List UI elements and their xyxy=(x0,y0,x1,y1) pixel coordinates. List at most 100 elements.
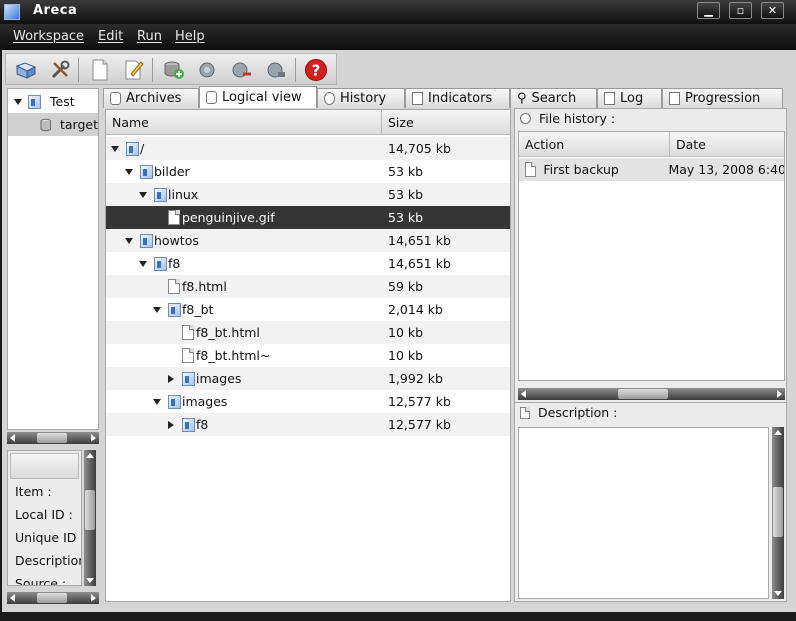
folder-icon xyxy=(154,187,167,202)
description-text-area[interactable] xyxy=(518,427,769,599)
info-header xyxy=(10,453,79,479)
tab-progression[interactable]: Progression xyxy=(662,88,783,108)
item-name: howtos xyxy=(154,233,199,248)
tab-label: Log xyxy=(620,91,644,106)
file-icon xyxy=(168,279,180,294)
tree-item-target[interactable]: target xyxy=(8,113,98,136)
menu-edit[interactable]: Edit xyxy=(98,29,123,44)
item-name: images xyxy=(182,394,228,409)
workspace-tree: Test target xyxy=(7,88,99,430)
column-header-size[interactable]: Size xyxy=(382,110,510,135)
file-row[interactable]: f8_bt.html 10 kb xyxy=(106,321,510,344)
file-row[interactable]: f8.html 59 kb xyxy=(106,275,510,298)
collapse-toggle[interactable] xyxy=(139,191,147,198)
target-database-icon xyxy=(40,118,51,131)
tree-item-label: target xyxy=(59,117,98,132)
info-source-label: Source : xyxy=(15,576,67,586)
expand-toggle[interactable] xyxy=(168,420,174,429)
folder-row[interactable]: f8 14,651 kb xyxy=(106,252,510,275)
backup-icon[interactable] xyxy=(196,58,220,82)
item-name: f8_bt.html~ xyxy=(196,348,271,363)
collapse-toggle[interactable] xyxy=(125,237,133,244)
history-row[interactable]: First backup May 13, 2008 6:40 xyxy=(519,158,784,181)
group-icon xyxy=(28,94,41,109)
file-row[interactable]: penguinjive.gif 53 kb xyxy=(106,206,510,229)
item-size: 14,651 kb xyxy=(388,233,451,248)
tab-label: Indicators xyxy=(428,91,493,106)
tree-horizontal-scrollbar[interactable] xyxy=(7,432,99,444)
collapse-toggle[interactable] xyxy=(153,398,161,405)
menu-workspace[interactable]: Workspace xyxy=(13,29,84,44)
tab-indicators[interactable]: Indicators xyxy=(405,88,510,108)
item-size: 1,992 kb xyxy=(388,371,443,386)
tab-search[interactable]: ⚲ Search xyxy=(510,88,597,108)
collapse-toggle[interactable] xyxy=(14,98,22,105)
item-name: penguinjive.gif xyxy=(182,210,275,225)
collapse-toggle[interactable] xyxy=(111,145,119,152)
add-target-icon[interactable] xyxy=(162,58,186,82)
open-workspace-icon[interactable] xyxy=(14,58,38,82)
file-icon xyxy=(524,162,537,177)
column-header-date[interactable]: Date xyxy=(670,132,784,157)
folder-row[interactable]: bilder 53 kb xyxy=(106,160,510,183)
tab-label: Progression xyxy=(685,91,761,106)
tab-log[interactable]: Log xyxy=(597,88,662,108)
new-document-icon[interactable] xyxy=(88,58,112,82)
tab-archives[interactable]: Archives xyxy=(103,88,199,108)
info-vertical-scrollbar[interactable] xyxy=(84,450,96,586)
item-name: / xyxy=(140,141,145,156)
collapse-toggle[interactable] xyxy=(153,306,161,313)
menu-run[interactable]: Run xyxy=(137,29,162,44)
description-vertical-scrollbar[interactable] xyxy=(772,427,784,599)
column-header-action[interactable]: Action xyxy=(519,132,670,157)
file-history-table: Action Date First backup May 13, 2008 6:… xyxy=(518,131,785,381)
info-description-label: Description xyxy=(15,553,82,568)
file-tree-table: Name Size / 14,705 kb bilder 53 kb linux 53 k… xyxy=(105,109,511,602)
item-name: f8 xyxy=(168,256,181,271)
properties-tools-icon[interactable] xyxy=(48,58,72,82)
expand-toggle[interactable] xyxy=(168,374,174,383)
maximize-button[interactable]: ▫ xyxy=(729,2,752,19)
collapse-toggle[interactable] xyxy=(139,260,147,267)
minimize-button[interactable]: ▁ xyxy=(697,2,720,19)
item-name: f8_bt xyxy=(182,302,214,317)
help-icon[interactable]: ? xyxy=(304,58,328,82)
main-area: ? Test target Item : Local ID : Unique I… xyxy=(2,50,796,612)
folder-icon xyxy=(154,256,167,271)
info-horizontal-scrollbar[interactable] xyxy=(7,592,99,604)
file-row[interactable]: f8_bt.html~ 10 kb xyxy=(106,344,510,367)
item-size: 12,577 kb xyxy=(388,394,451,409)
edit-icon[interactable] xyxy=(122,58,146,82)
folder-row[interactable]: linux 53 kb xyxy=(106,183,510,206)
folder-row[interactable]: images 1,992 kb xyxy=(106,367,510,390)
item-size: 53 kb xyxy=(388,164,424,179)
item-size: 14,705 kb xyxy=(388,141,451,156)
item-size: 12,577 kb xyxy=(388,417,451,432)
folder-row[interactable]: / 14,705 kb xyxy=(106,137,510,160)
item-name: bilder xyxy=(154,164,190,179)
folder-row[interactable]: f8_bt 2,014 kb xyxy=(106,298,510,321)
folder-row[interactable]: images 12,577 kb xyxy=(106,390,510,413)
item-name: f8_bt.html xyxy=(196,325,260,340)
close-button[interactable]: ✕ xyxy=(761,2,784,19)
item-name: images xyxy=(196,371,242,386)
column-header-name[interactable]: Name xyxy=(106,110,382,135)
toolbar: ? xyxy=(5,53,337,85)
collapse-toggle[interactable] xyxy=(125,168,133,175)
item-size: 59 kb xyxy=(388,279,424,294)
info-item-label: Item : xyxy=(15,484,52,499)
menu-help[interactable]: Help xyxy=(175,29,205,44)
folder-icon xyxy=(140,164,153,179)
archive-icon[interactable] xyxy=(264,58,288,82)
folder-row[interactable]: howtos 14,651 kb xyxy=(106,229,510,252)
item-size: 2,014 kb xyxy=(388,302,443,317)
tab-history[interactable]: History xyxy=(317,88,405,108)
folder-row[interactable]: f8 12,577 kb xyxy=(106,413,510,436)
file-history-panel: File history : Action Date First backup … xyxy=(514,108,787,440)
file-icon xyxy=(182,348,194,363)
tree-item-test[interactable]: Test xyxy=(8,90,98,113)
tab-logical-view[interactable]: Logical view xyxy=(199,86,317,108)
remove-icon[interactable] xyxy=(230,58,254,82)
history-horizontal-scrollbar[interactable] xyxy=(518,388,785,400)
item-size: 10 kb xyxy=(388,348,424,363)
